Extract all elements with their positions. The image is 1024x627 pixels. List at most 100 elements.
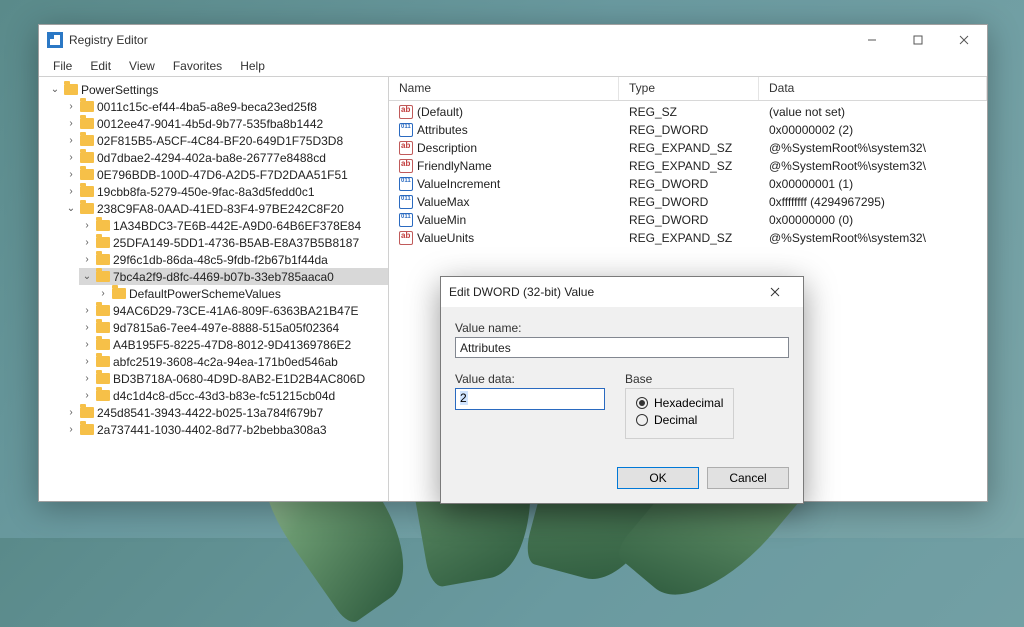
- tree-node[interactable]: 1A34BDC3-7E6B-442E-A9D0-64B6EF378E84: [79, 217, 388, 234]
- tree-node-label: d4c1d4c8-d5cc-43d3-b83e-fc51215cb04d: [113, 389, 335, 403]
- folder-icon: [96, 322, 110, 333]
- radio-label: Decimal: [654, 413, 697, 427]
- radio-hexadecimal[interactable]: Hexadecimal: [636, 396, 723, 410]
- tree-node[interactable]: 9d7815a6-7ee4-497e-8888-515a05f02364: [79, 319, 388, 336]
- chevron-right-icon[interactable]: [65, 152, 77, 163]
- maximize-button[interactable]: [895, 25, 941, 55]
- chevron-right-icon[interactable]: [65, 101, 77, 112]
- dialog-close-button[interactable]: [755, 277, 795, 307]
- radio-icon: [636, 397, 648, 409]
- chevron-right-icon[interactable]: [81, 390, 93, 401]
- chevron-down-icon[interactable]: [49, 84, 61, 95]
- value-name-text: ValueMin: [417, 213, 466, 227]
- value-name-input[interactable]: [455, 337, 789, 358]
- value-data-input[interactable]: 2: [455, 388, 605, 410]
- tree-node[interactable]: 2a737441-1030-4402-8d77-b2bebba308a3: [63, 421, 388, 438]
- tree-node[interactable]: 0011c15c-ef44-4ba5-a8e9-beca23ed25f8: [63, 98, 388, 115]
- value-name-text: (Default): [417, 105, 463, 119]
- chevron-right-icon[interactable]: [65, 135, 77, 146]
- tree-node-powersettings[interactable]: PowerSettings: [47, 81, 388, 98]
- string-icon: [399, 231, 413, 245]
- value-data-text: 2: [460, 391, 468, 405]
- menu-favorites[interactable]: Favorites: [165, 57, 230, 75]
- tree-node[interactable]: 02F815B5-A5CF-4C84-BF20-649D1F75D3D8: [63, 132, 388, 149]
- registry-tree[interactable]: PowerSettings 0011c15c-ef44-4ba5-a8e9-be…: [39, 77, 388, 501]
- titlebar[interactable]: Registry Editor: [39, 25, 987, 55]
- tree-node[interactable]: DefaultPowerSchemeValues: [95, 285, 388, 302]
- folder-icon: [80, 424, 94, 435]
- tree-node[interactable]: 7bc4a2f9-d8fc-4469-b07b-33eb785aaca0: [79, 268, 388, 285]
- value-row[interactable]: ValueMaxREG_DWORD0xffffffff (4294967295): [389, 193, 987, 211]
- cancel-button[interactable]: Cancel: [707, 467, 789, 489]
- value-data-text: (value not set): [759, 105, 987, 119]
- menu-view[interactable]: View: [121, 57, 163, 75]
- string-icon: [399, 141, 413, 155]
- value-data-label: Value data:: [455, 372, 605, 386]
- dword-icon: [399, 123, 413, 137]
- value-row[interactable]: ValueMinREG_DWORD0x00000000 (0): [389, 211, 987, 229]
- minimize-button[interactable]: [849, 25, 895, 55]
- value-row[interactable]: AttributesREG_DWORD0x00000002 (2): [389, 121, 987, 139]
- column-header-type[interactable]: Type: [619, 77, 759, 100]
- dword-icon: [399, 177, 413, 191]
- chevron-right-icon[interactable]: [97, 288, 109, 299]
- radio-decimal[interactable]: Decimal: [636, 413, 723, 427]
- value-row[interactable]: ValueIncrementREG_DWORD0x00000001 (1): [389, 175, 987, 193]
- folder-icon: [96, 305, 110, 316]
- chevron-right-icon[interactable]: [81, 254, 93, 265]
- chevron-right-icon[interactable]: [81, 356, 93, 367]
- tree-node[interactable]: 0E796BDB-100D-47D6-A2D5-F7D2DAA51F51: [63, 166, 388, 183]
- tree-node[interactable]: d4c1d4c8-d5cc-43d3-b83e-fc51215cb04d: [79, 387, 388, 404]
- folder-icon: [80, 152, 94, 163]
- radio-label: Hexadecimal: [654, 396, 723, 410]
- value-row[interactable]: ValueUnitsREG_EXPAND_SZ@%SystemRoot%\sys…: [389, 229, 987, 247]
- tree-node[interactable]: 0012ee47-9041-4b5d-9b77-535fba8b1442: [63, 115, 388, 132]
- tree-node[interactable]: 94AC6D29-73CE-41A6-809F-6363BA21B47E: [79, 302, 388, 319]
- folder-icon: [96, 390, 110, 401]
- chevron-right-icon[interactable]: [81, 322, 93, 333]
- chevron-right-icon[interactable]: [81, 305, 93, 316]
- menu-help[interactable]: Help: [232, 57, 273, 75]
- menu-edit[interactable]: Edit: [82, 57, 119, 75]
- value-name-text: Attributes: [417, 123, 468, 137]
- folder-icon: [64, 84, 78, 95]
- tree-node[interactable]: abfc2519-3608-4c2a-94ea-171b0ed546ab: [79, 353, 388, 370]
- list-header: Name Type Data: [389, 77, 987, 101]
- value-row[interactable]: (Default)REG_SZ(value not set): [389, 103, 987, 121]
- tree-node[interactable]: A4B195F5-8225-47D8-8012-9D41369786E2: [79, 336, 388, 353]
- chevron-right-icon[interactable]: [65, 169, 77, 180]
- value-row[interactable]: DescriptionREG_EXPAND_SZ@%SystemRoot%\sy…: [389, 139, 987, 157]
- folder-icon: [80, 118, 94, 129]
- close-button[interactable]: [941, 25, 987, 55]
- chevron-right-icon[interactable]: [81, 237, 93, 248]
- chevron-right-icon[interactable]: [65, 186, 77, 197]
- chevron-right-icon[interactable]: [81, 220, 93, 231]
- regedit-icon: [47, 32, 63, 48]
- column-header-data[interactable]: Data: [759, 77, 987, 100]
- tree-node[interactable]: 238C9FA8-0AAD-41ED-83F4-97BE242C8F20: [63, 200, 388, 217]
- tree-node[interactable]: 25DFA149-5DD1-4736-B5AB-E8A37B5B8187: [79, 234, 388, 251]
- chevron-right-icon[interactable]: [65, 407, 77, 418]
- dialog-titlebar[interactable]: Edit DWORD (32-bit) Value: [441, 277, 803, 307]
- folder-icon: [80, 169, 94, 180]
- chevron-right-icon[interactable]: [65, 424, 77, 435]
- chevron-right-icon[interactable]: [65, 118, 77, 129]
- value-row[interactable]: FriendlyNameREG_EXPAND_SZ@%SystemRoot%\s…: [389, 157, 987, 175]
- tree-node[interactable]: 245d8541-3943-4422-b025-13a784f679b7: [63, 404, 388, 421]
- tree-node-label: 2a737441-1030-4402-8d77-b2bebba308a3: [97, 423, 327, 437]
- chevron-right-icon[interactable]: [81, 373, 93, 384]
- tree-node-label: A4B195F5-8225-47D8-8012-9D41369786E2: [113, 338, 351, 352]
- value-name-text: FriendlyName: [417, 159, 492, 173]
- chevron-right-icon[interactable]: [81, 339, 93, 350]
- base-group: Hexadecimal Decimal: [625, 388, 734, 439]
- ok-button[interactable]: OK: [617, 467, 699, 489]
- tree-node[interactable]: 0d7dbae2-4294-402a-ba8e-26777e8488cd: [63, 149, 388, 166]
- tree-node[interactable]: 29f6c1db-86da-48c5-9fdb-f2b67b1f44da: [79, 251, 388, 268]
- chevron-down-icon[interactable]: [65, 203, 77, 214]
- tree-node[interactable]: BD3B718A-0680-4D9D-8AB2-E1D2B4AC806D: [79, 370, 388, 387]
- folder-icon: [96, 237, 110, 248]
- chevron-down-icon[interactable]: [81, 271, 93, 282]
- column-header-name[interactable]: Name: [389, 77, 619, 100]
- menu-file[interactable]: File: [45, 57, 80, 75]
- tree-node[interactable]: 19cbb8fa-5279-450e-9fac-8a3d5fedd0c1: [63, 183, 388, 200]
